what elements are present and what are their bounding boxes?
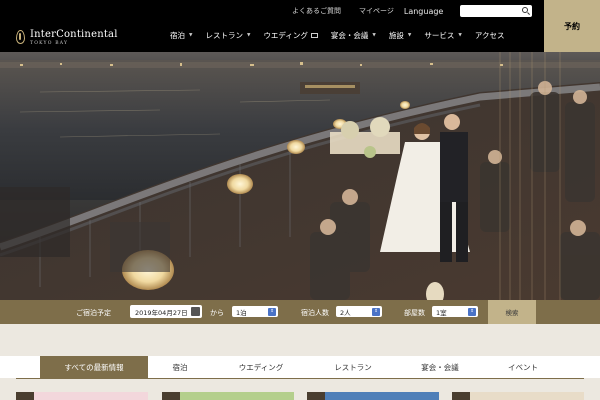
nav-item-restaurant[interactable]: レストラン ▼	[205, 30, 250, 41]
tab-all-news[interactable]: すべての最新情報	[40, 356, 148, 378]
logo-name: InterContinental	[30, 28, 118, 40]
nights-select[interactable]: 1泊 ⇕	[232, 306, 278, 317]
tab-divider	[16, 378, 584, 379]
search-input[interactable]	[460, 5, 532, 17]
news-card[interactable]	[16, 392, 148, 400]
language-selector[interactable]: Language ▼	[404, 7, 465, 16]
news-cards	[0, 392, 600, 400]
faq-link[interactable]: よくあるご質問	[292, 6, 341, 16]
rooms-select[interactable]: 1室 ⇕	[432, 306, 478, 317]
nav-item-services[interactable]: サービス ▼	[424, 30, 461, 41]
chevron-down-icon: ▼	[246, 33, 251, 38]
news-card[interactable]	[452, 392, 584, 400]
hero-illustration	[0, 52, 600, 300]
news-card[interactable]	[307, 392, 439, 400]
nav-item-access[interactable]: アクセス	[475, 30, 505, 41]
nav-item-stay[interactable]: 宿泊 ▼	[170, 30, 192, 41]
logo[interactable]: InterContinental TOKYO BAY	[16, 23, 118, 51]
tab-banquet[interactable]: 宴会・会議	[405, 356, 475, 378]
external-link-icon	[310, 33, 318, 38]
main-nav: 宿泊 ▼ レストラン ▼ ウエディング 宴会・会議 ▼ 施設 ▼ サービス ▼ アクセス	[170, 30, 517, 41]
select-arrows-icon: ⇕	[468, 307, 476, 316]
page: InterContinental TOKYO BAY よくあるご質問 マイページ…	[0, 0, 600, 400]
logo-icon	[16, 30, 25, 44]
checkin-date-field[interactable]: 2019年04月27日	[130, 305, 202, 318]
news-tabs: すべての最新情報 宿泊 ウエディング レストラン 宴会・会議 イベント	[0, 356, 600, 378]
from-label: から	[210, 309, 224, 317]
utility-links: よくあるご質問 マイページ Language ▼	[292, 6, 465, 16]
chevron-down-icon: ▼	[189, 33, 193, 38]
tab-stay[interactable]: 宿泊	[150, 356, 210, 378]
nav-item-facilities[interactable]: 施設 ▼	[389, 30, 411, 41]
tab-restaurant[interactable]: レストラン	[320, 356, 386, 378]
rooms-label: 部屋数	[404, 309, 425, 317]
booking-label: ご宿泊予定	[76, 309, 111, 317]
tab-event[interactable]: イベント	[495, 356, 551, 378]
tab-wedding[interactable]: ウエディング	[225, 356, 297, 378]
select-arrows-icon: ⇕	[372, 307, 380, 316]
calendar-icon[interactable]	[191, 307, 200, 316]
nav-item-banquet[interactable]: 宴会・会議 ▼	[331, 30, 376, 41]
chevron-down-icon: ▼	[458, 33, 462, 38]
language-label: Language	[403, 6, 444, 16]
reserve-button[interactable]: 予約	[544, 0, 600, 52]
search-icon[interactable]	[522, 7, 528, 13]
chevron-down-icon: ▼	[372, 33, 376, 38]
guests-label: 宿泊人数	[301, 309, 329, 317]
select-arrows-icon: ⇕	[268, 307, 276, 316]
header: InterContinental TOKYO BAY よくあるご質問 マイページ…	[0, 0, 600, 52]
hero-image	[0, 52, 600, 300]
search-button[interactable]: 検索	[488, 300, 536, 324]
nav-item-wedding[interactable]: ウエディング	[263, 30, 318, 41]
logo-subtitle: TOKYO BAY	[30, 40, 69, 46]
guests-select[interactable]: 2人 ⇕	[336, 306, 382, 317]
chevron-down-icon: ▼	[407, 33, 412, 38]
mypage-link[interactable]: マイページ	[359, 6, 394, 16]
news-card[interactable]	[162, 392, 294, 400]
